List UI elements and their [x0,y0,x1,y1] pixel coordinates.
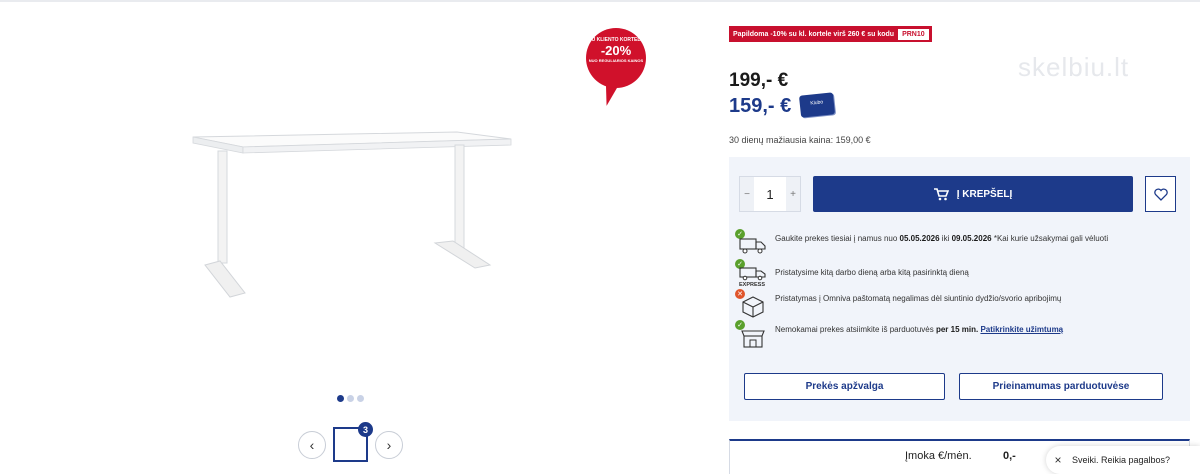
watermark: skelbiu.lt [1018,52,1130,82]
club-card-icon: Klubo [798,92,836,118]
express-truck-icon: ✓ EXPRESS [735,259,767,288]
cart-icon [933,187,949,200]
delivery-express-text: Pristatysime kitą darbo dieną arba kitą … [775,268,969,277]
truck-icon: ✓ [735,229,767,256]
delivery-row-store: ✓ Nemokamai prekes atsiimkite iš parduot… [735,320,1175,348]
gallery-dot[interactable] [337,395,344,402]
delivery-row-omniva: ✕ Pristatymas į Omniva paštomatą negalim… [735,289,1175,318]
lowest-price-note: 30 dienų mažiausia kaina: 159,00 € [729,135,871,145]
badge-discount: -20% [600,43,632,58]
chat-widget[interactable]: × Sveiki. Reikia pagalbos? [1046,446,1200,474]
gallery-dots [337,395,364,402]
regular-price: 199,- € [729,70,789,91]
check-availability-link[interactable]: Patikrinkite užimtumą [980,325,1063,334]
promo-text: Papildoma -10% su kl. kortele virš 260 €… [733,30,895,38]
quantity-value[interactable]: 1 [766,187,773,202]
close-icon[interactable]: × [1046,453,1070,467]
badge-line3: NUO REGULIARIOS KAINOS [588,58,644,63]
chevron-left-icon: ‹ [309,437,315,453]
chat-prompt[interactable]: Sveiki. Reikia pagalbos? [1070,455,1170,465]
gallery-next-button[interactable]: › [375,431,403,459]
badge-line1: SU KLIENTO KORTELE [588,37,644,43]
promo-banner: Papildoma -10% su kl. kortele virš 260 €… [729,26,932,42]
wishlist-button[interactable] [1145,176,1176,212]
add-to-cart-label: Į KREPŠELĮ [956,188,1013,200]
club-price: 159,- € [729,95,792,117]
promo-code[interactable]: PRN10 [898,28,929,40]
delivery-omniva-text: Pristatymas į Omniva paštomatą negalimas… [775,294,1062,303]
svg-text:EXPRESS: EXPRESS [739,282,765,288]
quantity-stepper: − 1 + [739,176,801,212]
gallery-prev-button[interactable]: ‹ [298,431,326,459]
add-to-cart-button[interactable]: Į KREPŠELĮ [813,176,1133,212]
product-image[interactable] [185,125,515,300]
parcel-box-icon: ✕ [735,289,767,318]
delivery-store-text: Nemokamai prekes atsiimkite iš parduotuv… [775,325,1064,334]
quantity-increase-button[interactable]: + [785,177,800,211]
product-overview-button[interactable]: Prekės apžvalga [744,373,945,400]
delivery-home-text: Gaukite prekes tiesiai į namus nuo 05.05… [775,234,1109,243]
heart-icon [1153,187,1168,201]
installment-amount: 0,- [1003,450,1016,462]
store-availability-button[interactable]: Prieinamumas parduotuvėse [959,373,1163,400]
quantity-decrease-button[interactable]: − [740,177,754,211]
discount-badge: SU KLIENTO KORTELE -20% NUO REGULIARIOS … [586,28,646,88]
store-icon: ✓ [735,320,767,348]
gallery-dot[interactable] [357,395,364,402]
thumbnail-count-badge: 3 [358,422,373,437]
installment-label: Įmoka €/mėn. [905,450,972,462]
chevron-right-icon: › [386,437,392,453]
gallery-dot[interactable] [347,395,354,402]
delivery-row-express: ✓ EXPRESS Pristatysime kitą darbo dieną … [735,259,1175,288]
delivery-row-home: ✓ Gaukite prekes tiesiai į namus nuo 05.… [735,229,1175,256]
product-gallery: SU KLIENTO KORTELE -20% NUO REGULIARIOS … [0,0,700,474]
